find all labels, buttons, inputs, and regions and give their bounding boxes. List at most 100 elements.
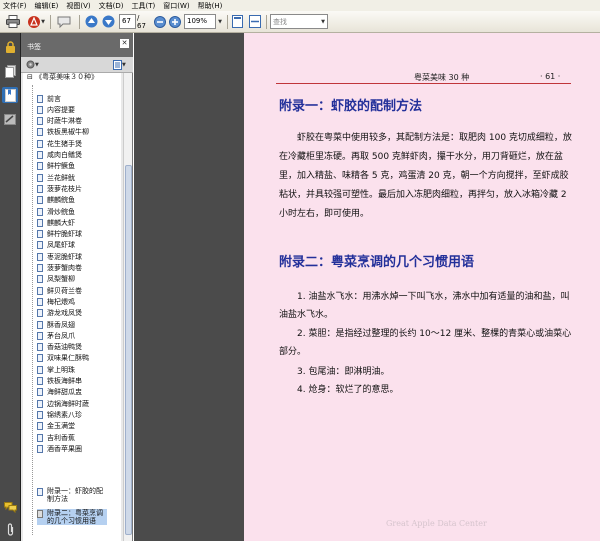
bookmark-page-icon	[37, 275, 43, 284]
bookmark-item[interactable]: 鲜柠脆虾球	[37, 229, 82, 240]
close-panel-button[interactable]: ✕	[120, 39, 129, 48]
bookmark-item[interactable]: 时蔬牛淋卷	[37, 116, 82, 127]
bookmark-item[interactable]: 边锅海鲜时蔬	[37, 398, 89, 409]
menu-tools[interactable]: 工具(T)	[132, 1, 156, 11]
menu-edit[interactable]: 编辑(E)	[35, 1, 59, 11]
bookmark-page-icon	[37, 388, 43, 397]
bookmark-item[interactable]: 酒香苹果圈	[37, 443, 82, 454]
bookmark-page-icon	[37, 241, 43, 250]
bookmark-item[interactable]: 掌上明珠	[37, 364, 75, 375]
expand-bookmark-button[interactable]: ▼	[113, 59, 129, 70]
bookmark-page-icon	[37, 117, 43, 126]
bookmark-page-icon	[37, 151, 43, 159]
bookmark-item[interactable]: 麒麟鲩鱼	[37, 195, 75, 206]
create-pdf-button[interactable]: ▼	[25, 14, 47, 29]
bookmark-parent[interactable]: ⊟ 《粤菜美味３０种》	[27, 73, 121, 81]
bookmark-item[interactable]: 麒麟大虾	[37, 217, 75, 228]
bookmark-item[interactable]: 梅杞煨鸡	[37, 296, 75, 307]
security-button[interactable]	[2, 39, 18, 55]
bookmark-item[interactable]: 海鲜甜瓜盅	[37, 387, 82, 398]
bookmark-item[interactable]: 凤梨蟹柳	[37, 274, 75, 285]
zoom-level-input[interactable]: 109%	[184, 14, 216, 29]
bookmark-label: 枣泥脆虾球	[47, 252, 82, 261]
bookmark-page-icon	[37, 399, 43, 408]
collapse-icon[interactable]: ⊟	[27, 73, 33, 81]
bookmark-item[interactable]: 花生猪手煲	[37, 138, 82, 149]
page-total: / 67	[137, 13, 146, 30]
bookmark-item[interactable]: 游龙戏凤煲	[37, 308, 82, 319]
search-dropdown-button[interactable]: ▼	[319, 14, 327, 29]
bookmark-item[interactable]: 菠萝花枝片	[37, 183, 82, 194]
bookmark-item[interactable]: 咸肉白鳝煲	[37, 150, 82, 161]
bookmark-item[interactable]: 双味果仁酥鸭	[37, 353, 89, 364]
bookmark-item[interactable]: 兰花鲜鱿	[37, 172, 75, 183]
bookmark-item[interactable]: 枣泥脆虾球	[37, 251, 82, 262]
menu-view[interactable]: 视图(V)	[66, 1, 90, 11]
bookmark-page-icon	[37, 365, 43, 374]
bookmark-appendix-1[interactable]: 附录一：虾胶的配制方法	[37, 487, 107, 503]
print-button[interactable]	[5, 14, 21, 29]
appendix-1-paragraph: 虾胶在粤菜中使用较多，其配制方法是：取肥肉 100 克切成细粒，放在冷藏柜里冻硬…	[279, 133, 572, 219]
bookmarks-scrollbar[interactable]	[123, 73, 132, 541]
comments-button[interactable]	[2, 499, 18, 515]
chevron-down-icon: ▼	[122, 61, 126, 68]
bookmark-item[interactable]: 滑炒鲩鱼	[37, 206, 75, 217]
zoom-out-button[interactable]	[153, 14, 167, 29]
menu-window[interactable]: 窗口(W)	[163, 1, 189, 11]
pages-button[interactable]	[2, 63, 18, 79]
bookmark-page-icon	[37, 252, 43, 261]
bookmark-page-icon	[37, 196, 43, 205]
bookmark-label: 双味果仁酥鸭	[47, 354, 89, 363]
bookmark-page-icon	[37, 218, 43, 227]
bookmark-item[interactable]: 香菇油鸭煲	[37, 342, 82, 353]
bookmark-item[interactable]: 前言	[37, 93, 61, 104]
fit-width-button[interactable]	[248, 14, 262, 29]
bookmark-label: 金玉满堂	[47, 422, 75, 431]
appendix-2-heading: 附录二：粤菜烹调的几个习惯用语	[279, 255, 475, 270]
bookmarks-toolbar: ▼ ▼	[21, 57, 133, 73]
bookmark-page-icon	[37, 422, 43, 431]
bookmark-options-button[interactable]: ▼	[26, 59, 44, 70]
bookmark-item[interactable]: 酥香凤翅	[37, 319, 75, 330]
bookmarks-button[interactable]	[2, 87, 18, 103]
bookmark-label: 锦绣素八珍	[47, 410, 82, 419]
bookmark-page-icon	[37, 354, 43, 363]
bookmark-item[interactable]: 吉利香蕉	[37, 432, 75, 443]
bookmark-item[interactable]: 凤尾虾球	[37, 240, 75, 251]
menu-bar: 文件(F) 编辑(E) 视图(V) 文档(D) 工具(T) 窗口(W) 帮助(H…	[0, 0, 600, 11]
chevron-down-icon: ▼	[321, 18, 325, 25]
bookmark-item[interactable]: 菠萝蟹肉卷	[37, 263, 82, 274]
signatures-button[interactable]	[2, 111, 18, 127]
printer-icon	[6, 15, 20, 28]
bookmark-item[interactable]: 鲜柠鳜鱼	[37, 161, 75, 172]
running-title: 粤菜美味 30 种	[414, 73, 470, 82]
scrollbar-thumb[interactable]	[125, 165, 132, 535]
bookmark-label: 游龙戏凤煲	[47, 309, 82, 318]
page-number-input[interactable]: 67	[119, 14, 136, 29]
bookmark-page-icon	[37, 139, 43, 148]
zoom-in-button[interactable]	[168, 14, 182, 29]
bookmark-item[interactable]: 铁板海鲜串	[37, 376, 82, 387]
next-page-button[interactable]	[100, 14, 116, 29]
fit-page-button[interactable]	[230, 14, 244, 29]
chevron-down-icon: ▼	[218, 18, 222, 25]
bookmark-icon	[4, 88, 16, 102]
bookmark-appendix-2-selected[interactable]: 附录二：粤菜烹调的几个习惯用语	[37, 509, 107, 525]
comment-button[interactable]	[55, 14, 73, 29]
bookmark-item[interactable]: 金玉满堂	[37, 421, 75, 432]
menu-file[interactable]: 文件(F)	[3, 1, 27, 11]
bookmark-item[interactable]: 锦绣素八珍	[37, 409, 82, 420]
bookmark-item[interactable]: 铁板黑椒牛柳	[37, 127, 89, 138]
tree-line	[32, 85, 33, 535]
zoom-dropdown-button[interactable]: ▼	[216, 14, 224, 29]
options-icon	[26, 60, 35, 69]
bookmark-item[interactable]: 内容提要	[37, 104, 75, 115]
bookmarks-panel-title: 书签	[27, 43, 41, 51]
menu-help[interactable]: 帮助(H)	[198, 1, 223, 11]
previous-page-button[interactable]	[83, 14, 99, 29]
attachments-button[interactable]	[2, 521, 18, 537]
bookmark-page-icon	[37, 162, 43, 171]
bookmark-item[interactable]: 鲜贝荷兰卷	[37, 285, 82, 296]
bookmark-item[interactable]: 茅台凤爪	[37, 330, 75, 341]
menu-document[interactable]: 文档(D)	[99, 1, 124, 11]
